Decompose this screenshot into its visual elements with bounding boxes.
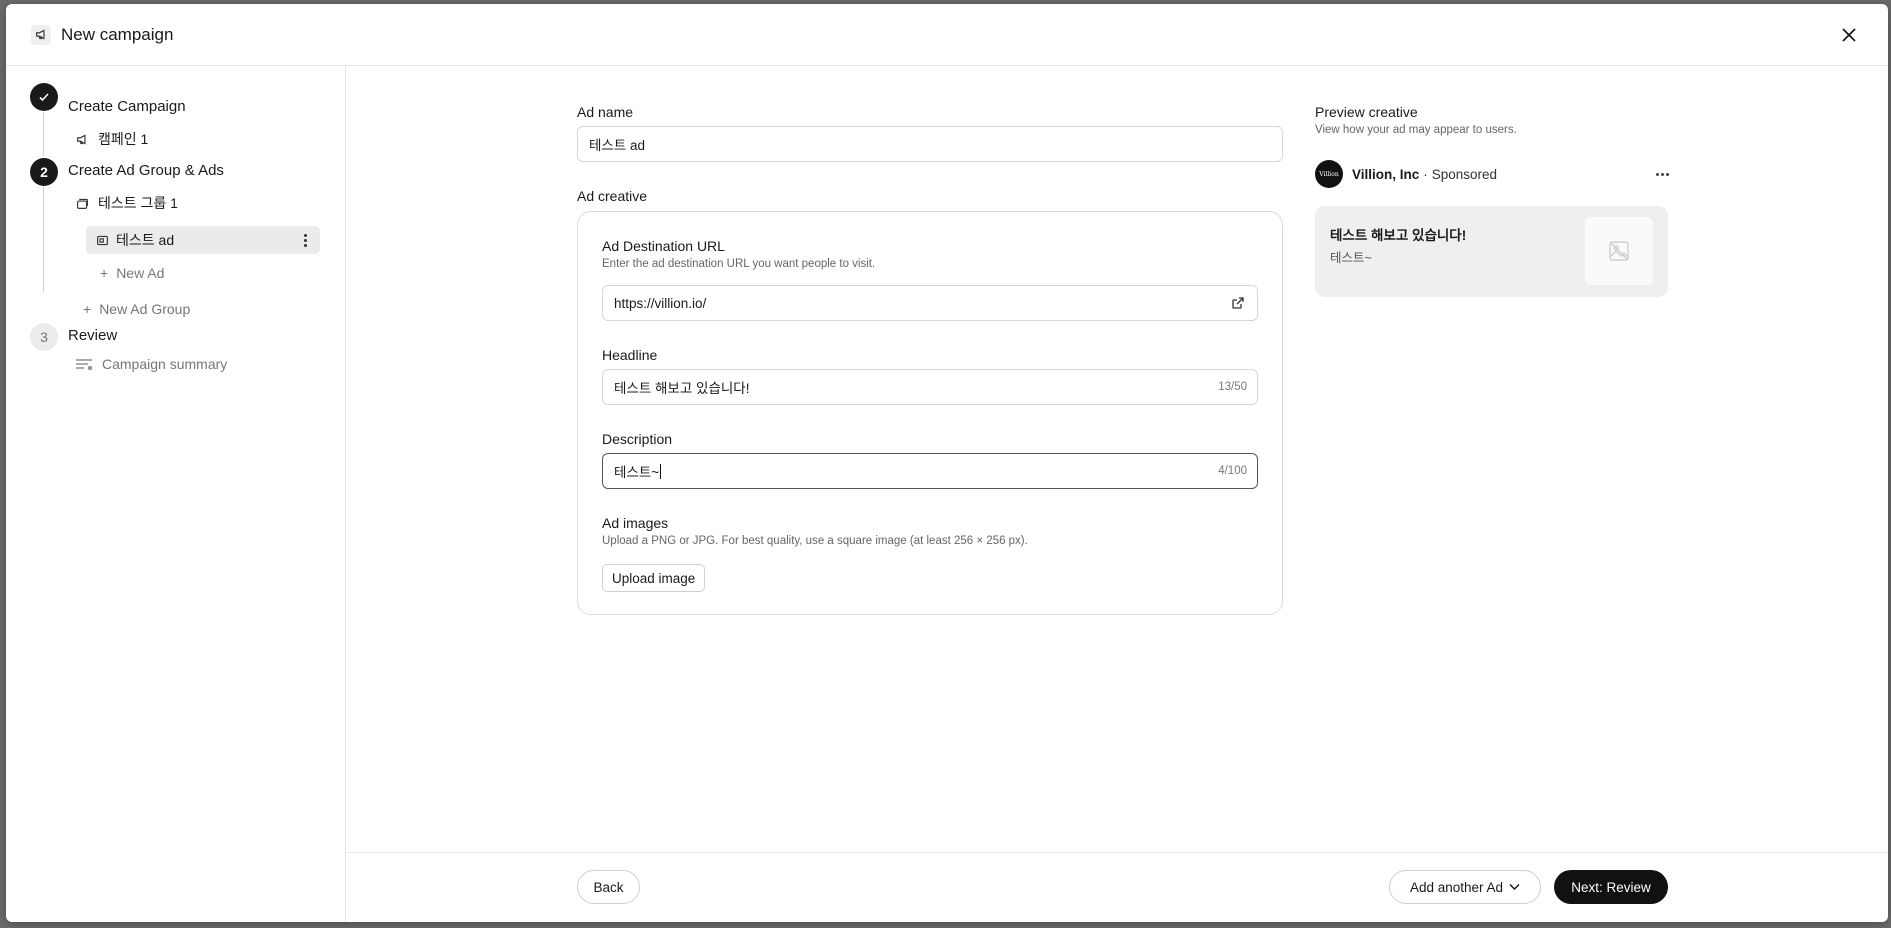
headline-label: Headline (602, 347, 658, 363)
sidebar-item-label: 테스트 ad (116, 232, 175, 248)
sidebar-item-label: 캠페인 1 (98, 131, 149, 147)
preview-subtitle: View how your ad may appear to users. (1315, 124, 1517, 136)
close-button[interactable] (1836, 22, 1862, 48)
step-3-number: 3 (30, 323, 58, 351)
description-label: Description (602, 431, 673, 447)
sidebar-item-label: Campaign summary (102, 356, 228, 372)
list-icon (74, 356, 94, 372)
ad-images-help: Upload a PNG or JPG. For best quality, u… (602, 535, 1028, 547)
description-counter: 4/100 (1218, 465, 1247, 477)
ad-name-label: Ad name (577, 104, 634, 120)
upload-image-button[interactable]: Upload image (602, 564, 706, 592)
preview-headline: 테스트 해보고 있습니다! (1330, 228, 1467, 243)
modal-footer: Back Add another Ad Next: Review (347, 852, 1888, 922)
step-3-label[interactable]: Review (68, 327, 117, 344)
megaphone-icon (74, 131, 90, 147)
preview-title: Preview creative (1315, 104, 1418, 120)
headline-counter: 13/50 (1218, 381, 1247, 393)
description-value: 테스트~ (614, 465, 660, 480)
preview-ad-card: 테스트 해보고 있습니다! 테스트~ (1315, 206, 1668, 297)
chevron-down-icon (1509, 883, 1520, 891)
more-horizontal-icon[interactable] (1656, 173, 1669, 176)
description-input[interactable]: 테스트~ 4/100 (602, 453, 1258, 489)
megaphone-icon (31, 24, 51, 45)
modal-title: New campaign (61, 24, 174, 44)
step-connector (43, 112, 44, 156)
new-campaign-modal: New campaign Create Campaign 캠페인 1 2 Cre… (6, 4, 1888, 922)
step-2-number: 2 (30, 158, 58, 186)
sidebar-item-label: 테스트 그룹 1 (98, 195, 178, 211)
steps-sidebar: Create Campaign 캠페인 1 2 Create Ad Group … (6, 66, 346, 922)
dest-url-help: Enter the ad destination URL you want pe… (602, 258, 876, 270)
dest-url-label: Ad Destination URL (602, 238, 725, 254)
dest-url-value: https://villion.io/ (614, 295, 707, 311)
more-options-icon[interactable] (298, 231, 312, 249)
sidebar-item-ad-group[interactable]: 테스트 그룹 1 (74, 193, 178, 213)
sponsored-label: Sponsored (1431, 166, 1498, 182)
sidebar-item-campaign-summary[interactable]: Campaign summary (74, 356, 227, 372)
sidebar-item-ad-selected[interactable]: 테스트 ad (86, 226, 320, 254)
image-placeholder (1585, 217, 1653, 285)
brand-name: Villion, Inc (1352, 166, 1420, 182)
ad-icon (94, 232, 110, 248)
add-another-ad-label: Add another Ad (1409, 879, 1504, 895)
ad-name-value: 테스트 ad (589, 138, 646, 153)
ad-images-label: Ad images (602, 515, 669, 531)
new-ad-group-label: New Ad Group (99, 301, 191, 317)
check-icon (39, 93, 49, 102)
brand-separator: · (1423, 166, 1428, 182)
sidebar-item-campaign[interactable]: 캠페인 1 (74, 129, 148, 149)
new-ad-label: New Ad (116, 265, 165, 281)
step-connector (43, 172, 44, 292)
brand-logo: Villion (1315, 160, 1343, 188)
plus-icon: + (100, 265, 109, 281)
step-1-label[interactable]: Create Campaign (68, 98, 186, 115)
next-review-button[interactable]: Next: Review (1554, 870, 1668, 904)
preview-brand-row: Villion Villion, Inc · Sponsored (1315, 160, 1497, 188)
step-1-check (30, 83, 58, 111)
new-ad-button[interactable]: + New Ad (100, 265, 164, 281)
close-icon (1842, 28, 1856, 42)
image-placeholder-icon (1609, 241, 1629, 261)
dest-url-input[interactable]: https://villion.io/ (602, 285, 1258, 321)
back-button[interactable]: Back (577, 870, 640, 904)
ad-creative-card: Ad Destination URL Enter the ad destinat… (577, 211, 1283, 615)
ad-name-input[interactable]: 테스트 ad (577, 126, 1283, 162)
plus-icon: + (83, 301, 92, 317)
headline-input[interactable]: 테스트 해보고 있습니다! 13/50 (602, 369, 1258, 405)
step-2-label[interactable]: Create Ad Group & Ads (68, 162, 224, 179)
modal-header: New campaign (6, 4, 1888, 66)
external-link-icon[interactable] (1231, 296, 1245, 310)
add-another-ad-button[interactable]: Add another Ad (1389, 870, 1541, 904)
ad-creative-label: Ad creative (577, 188, 648, 204)
preview-description: 테스트~ (1330, 251, 1372, 265)
headline-value: 테스트 해보고 있습니다! (614, 381, 750, 396)
new-ad-group-button[interactable]: + New Ad Group (83, 301, 190, 317)
ad-group-icon (74, 195, 90, 211)
text-caret (660, 463, 662, 479)
